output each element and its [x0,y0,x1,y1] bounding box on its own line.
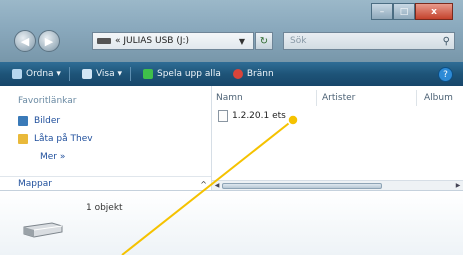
title-bar: – □ x ◀ ▶ « JULIAS USB (J:) ▼ ↻ Sök ⚲ [0,0,463,62]
nav-link-songs[interactable]: Låta på Thev [18,134,93,144]
chevron-up-icon[interactable]: ^ [200,180,207,189]
back-arrow-icon: ◀ [20,34,30,48]
favorites-heading: Favoritlänkar [18,96,77,106]
file-item[interactable]: 1.2.20.1 ets [218,110,286,122]
nav-link-label: Bilder [34,116,61,126]
organize-label: Ordna ▾ [26,69,61,79]
horizontal-scrollbar[interactable]: ◀ ▶ [212,180,463,190]
search-input[interactable]: Sök [290,36,306,46]
burn-button[interactable]: Bränn [232,69,274,79]
play-all-label: Spela upp alla [156,69,221,79]
column-header-name[interactable]: Namn [216,93,243,103]
forward-button[interactable]: ▶ [38,30,60,52]
views-label: Visa ▾ [95,69,122,79]
column-divider[interactable] [316,90,317,106]
help-icon: ? [443,69,448,80]
burn-label: Bränn [246,69,274,79]
address-bar[interactable]: « JULIAS USB (J:) ▼ [92,32,254,50]
column-divider[interactable] [416,90,417,106]
music-folder-icon [18,134,28,144]
nav-link-label: Låta på Thev [34,134,93,144]
column-header-artists[interactable]: Artister [322,93,355,103]
toolbar-divider [68,67,70,81]
item-count: 1 objekt [86,203,123,213]
refresh-icon: ↻ [259,35,269,47]
pictures-icon [18,116,28,126]
usb-drive-icon [23,222,63,238]
usb-drive-icon [97,38,111,44]
organize-button[interactable]: Ordna ▾ [12,69,61,79]
minimize-button[interactable]: – [371,3,393,20]
details-pane: 1 objekt [0,190,463,255]
folders-label: Mappar [18,179,52,189]
file-name: 1.2.20.1 ets [232,111,286,121]
scrollbar-thumb[interactable] [222,183,382,189]
chevron-down-icon[interactable]: ▼ [231,37,253,46]
command-toolbar: Ordna ▾ Visa ▾ Spela upp alla Bränn ? [0,62,463,86]
column-header-album[interactable]: Album [424,93,453,103]
views-button[interactable]: Visa ▾ [81,69,122,79]
explorer-window: – □ x ◀ ▶ « JULIAS USB (J:) ▼ ↻ Sök ⚲ Or… [0,0,463,255]
maximize-button[interactable]: □ [393,3,415,20]
back-button[interactable]: ◀ [14,30,36,52]
file-list: Namn Artister Album 1.2.20.1 ets [212,86,463,180]
close-button[interactable]: x [415,3,453,20]
search-box[interactable]: Sök ⚲ [283,32,455,50]
help-button[interactable]: ? [438,67,453,82]
folders-toggle-bar[interactable]: Mappar ^ [0,176,211,191]
file-icon [218,110,228,122]
search-icon[interactable]: ⚲ [443,36,450,47]
burn-icon [232,69,243,79]
nav-link-pictures[interactable]: Bilder [18,116,60,126]
address-path[interactable]: « JULIAS USB (J:) [115,36,189,46]
navigation-pane: Favoritlänkar Bilder Låta på Thev Mer » … [0,86,212,190]
forward-arrow-icon: ▶ [44,34,54,48]
more-link[interactable]: Mer » [40,152,65,162]
play-all-button[interactable]: Spela upp alla [142,69,221,79]
window-controls: – □ x [371,3,453,20]
play-icon [142,69,153,79]
toolbar-divider [129,67,131,81]
views-icon [81,69,92,79]
organize-icon [12,69,22,79]
close-icon: x [431,6,437,17]
refresh-button[interactable]: ↻ [255,32,273,50]
